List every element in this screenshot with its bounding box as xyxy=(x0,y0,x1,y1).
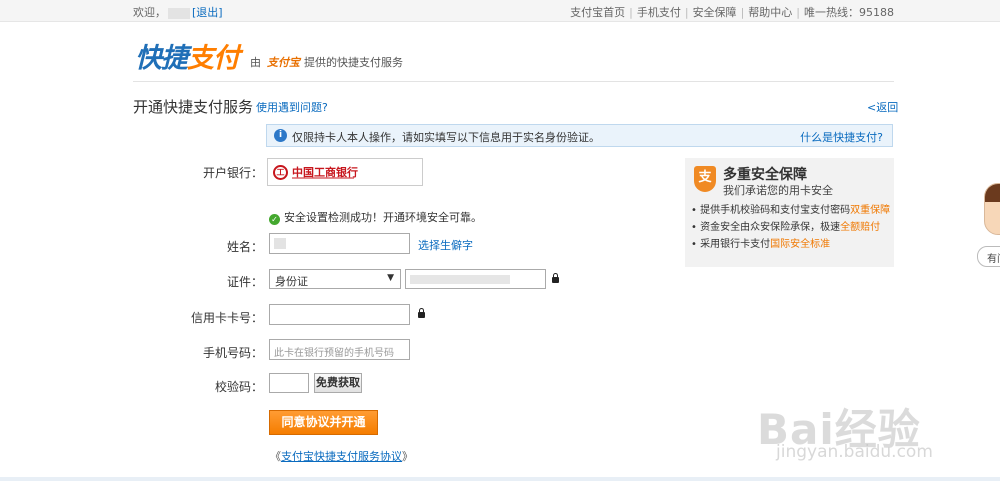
notice-text: 仅限持卡人本人操作，请如实填写以下信息用于实名身份验证。 xyxy=(292,131,600,144)
page-title: 开通快捷支付服务 xyxy=(133,98,254,116)
phone-input[interactable]: 此卡在银行预留的手机号码 xyxy=(269,339,410,360)
rare-char-link[interactable]: 选择生僻字 xyxy=(418,237,473,253)
alipay-logo: 支付宝 xyxy=(267,56,300,69)
username-masked xyxy=(168,7,190,19)
security-list: 提供手机校验码和支付宝支付密码双重保障 资金安全由众安保险承保，极速全额赔付 采… xyxy=(691,202,890,253)
lock-icon xyxy=(552,273,559,283)
what-is-quickpay-link[interactable]: 什么是快捷支付? xyxy=(800,129,883,145)
card-number-input[interactable] xyxy=(269,304,410,325)
link-help[interactable]: 帮助中心 xyxy=(748,6,792,19)
agreement-link[interactable]: 支付宝快捷支付服务协议 xyxy=(281,450,402,463)
shield-icon: 支 xyxy=(694,166,716,192)
welcome-label: 欢迎， xyxy=(133,6,166,19)
hotline-text: 唯一热线：95188 xyxy=(804,6,894,19)
bank-display: 工 中国工商银行 xyxy=(267,158,423,186)
id-type-select[interactable]: 身份证 ▼ xyxy=(269,269,401,289)
name-masked xyxy=(274,238,286,249)
phone-label: 手机号码： xyxy=(202,346,263,360)
list-item: 提供手机校验码和支付宝支付密码双重保障 xyxy=(691,202,890,219)
bottom-border xyxy=(0,477,1000,481)
card-label: 信用卡卡号： xyxy=(190,311,263,325)
get-code-button[interactable]: 免费获取 xyxy=(314,373,362,393)
chevron-down-icon: ▼ xyxy=(387,273,394,283)
agreement-line: 《支付宝快捷支付服务协议》 xyxy=(270,450,413,463)
icbc-logo-icon: 工 xyxy=(273,165,288,180)
notice-bar: i 仅限持卡人本人操作，请如实填写以下信息用于实名身份验证。 什么是快捷支付? xyxy=(266,124,893,147)
code-label: 校验码： xyxy=(214,380,263,394)
quickpay-logo: 快捷支付 xyxy=(135,43,240,74)
help-link[interactable]: 使用遇到问题? xyxy=(256,99,328,115)
link-alipay-home[interactable]: 支付宝首页 xyxy=(570,6,625,19)
lock-icon xyxy=(418,308,425,318)
security-title: 多重安全保障 xyxy=(723,167,807,183)
top-links: 支付宝首页 | 手机支付 | 安全保障 | 帮助中心 | 唯一热线：95188 xyxy=(570,6,894,19)
name-label: 姓名： xyxy=(226,240,263,254)
list-item: 资金安全由众安保险承保，极速全额赔付 xyxy=(691,219,890,236)
header-divider xyxy=(133,81,894,82)
list-item: 采用银行卡支付国际安全标准 xyxy=(691,236,890,253)
assistant-bubble[interactable]: 有问 xyxy=(977,246,1000,267)
code-input[interactable] xyxy=(269,373,309,393)
id-number-input[interactable] xyxy=(405,269,546,289)
id-type-value: 身份证 xyxy=(275,275,308,288)
assistant-avatar[interactable] xyxy=(984,183,1000,235)
bank-label: 开户银行： xyxy=(202,166,263,180)
name-input[interactable] xyxy=(269,233,410,254)
id-label: 证件： xyxy=(226,275,263,289)
link-mobile-pay[interactable]: 手机支付 xyxy=(637,6,681,19)
welcome-text: 欢迎， [退出] xyxy=(133,4,223,20)
security-check-status: ✓ 安全设置检测成功！开通环境安全可靠。 xyxy=(269,209,482,225)
bank-subline xyxy=(292,177,354,179)
agree-and-activate-button[interactable]: 同意协议并开通 xyxy=(269,410,378,435)
security-subtitle: 我们承诺您的用卡安全 xyxy=(723,184,833,197)
top-bar: 欢迎， [退出] 支付宝首页 | 手机支付 | 安全保障 | 帮助中心 | 唯一热线：95188 xyxy=(0,0,1000,22)
baidu-watermark-url: jingyan.baidu.com xyxy=(776,442,933,462)
provider-byline: 由支付宝 提供的快捷支付服务 xyxy=(250,56,403,69)
info-icon: i xyxy=(274,129,287,142)
check-icon: ✓ xyxy=(269,214,280,225)
security-panel: 支 多重安全保障 我们承诺您的用卡安全 提供手机校验码和支付宝支付密码双重保障 … xyxy=(685,158,894,267)
link-security[interactable]: 安全保障 xyxy=(693,6,737,19)
id-number-masked xyxy=(410,274,510,284)
logout-link[interactable]: [退出] xyxy=(192,6,223,19)
back-link[interactable]: <返回 xyxy=(867,99,898,115)
